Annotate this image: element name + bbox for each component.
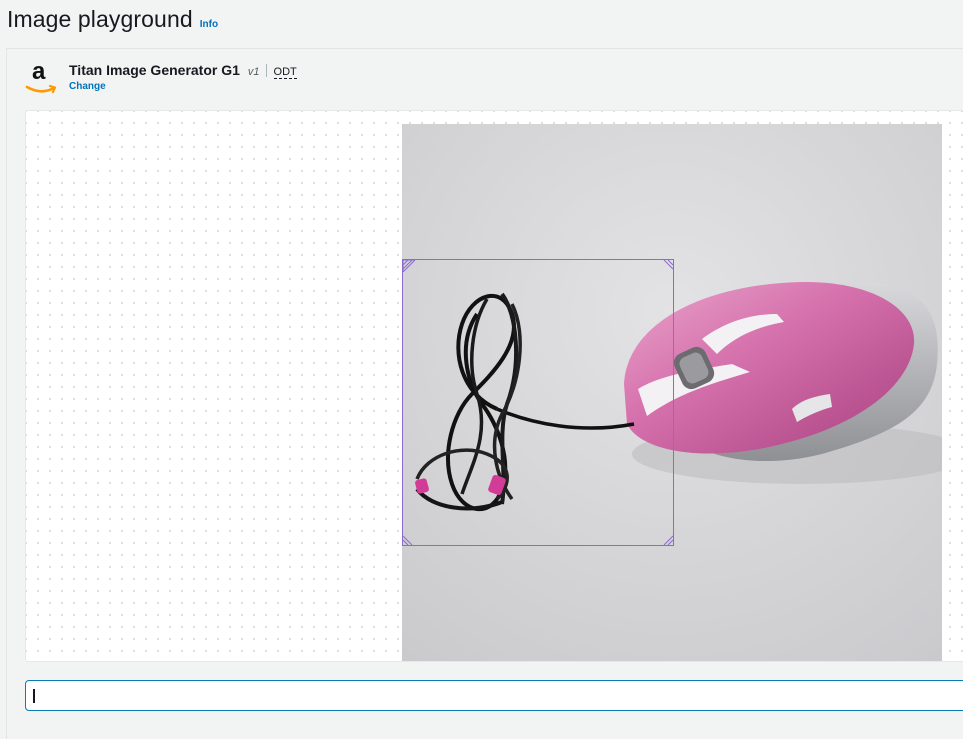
mask-selection-box[interactable] — [402, 259, 674, 546]
image-canvas[interactable] — [25, 110, 963, 662]
model-selector: a Titan Image Generator G1 v1 ODT Change — [25, 58, 297, 96]
resize-handle-bottom-right[interactable] — [661, 533, 673, 545]
prompt-input-container[interactable] — [25, 680, 963, 711]
page-header: Image playground Info — [7, 6, 218, 36]
page-title: Image playground — [7, 6, 193, 32]
resize-handle-bottom-left[interactable] — [403, 533, 415, 545]
model-info: Titan Image Generator G1 v1 ODT Change — [69, 62, 297, 92]
model-version: v1 — [247, 66, 260, 78]
text-cursor — [33, 689, 35, 703]
resize-handle-top-left[interactable] — [403, 260, 415, 272]
amazon-logo-icon: a — [25, 58, 59, 96]
playground-panel: a Titan Image Generator G1 v1 ODT Change — [6, 48, 963, 739]
resize-handle-top-right[interactable] — [661, 260, 673, 272]
divider — [265, 64, 267, 77]
model-name: Titan Image Generator G1 — [69, 62, 240, 78]
change-model-link[interactable]: Change — [69, 81, 297, 92]
info-link[interactable]: Info — [200, 19, 218, 30]
model-mode[interactable]: ODT — [273, 66, 297, 79]
prompt-input[interactable] — [26, 681, 963, 710]
